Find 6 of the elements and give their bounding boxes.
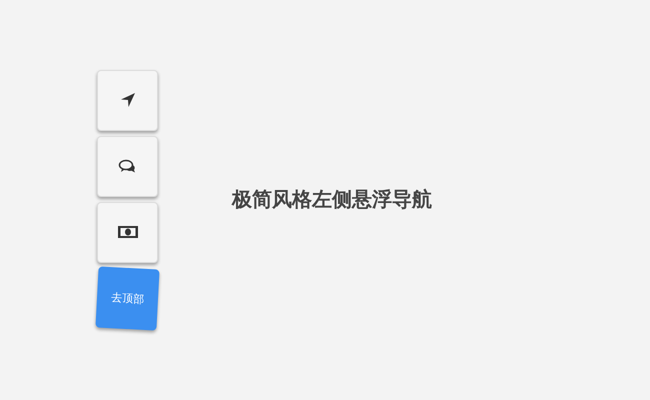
page-title: 极简风格左侧悬浮导航 [232,186,432,212]
chat-bubbles-icon [118,158,137,174]
nav-button[interactable] [97,202,158,262]
money-bill-icon [118,226,138,238]
back-to-top-button[interactable]: 去顶部 [95,266,160,330]
navigation-arrow-icon [120,92,136,108]
